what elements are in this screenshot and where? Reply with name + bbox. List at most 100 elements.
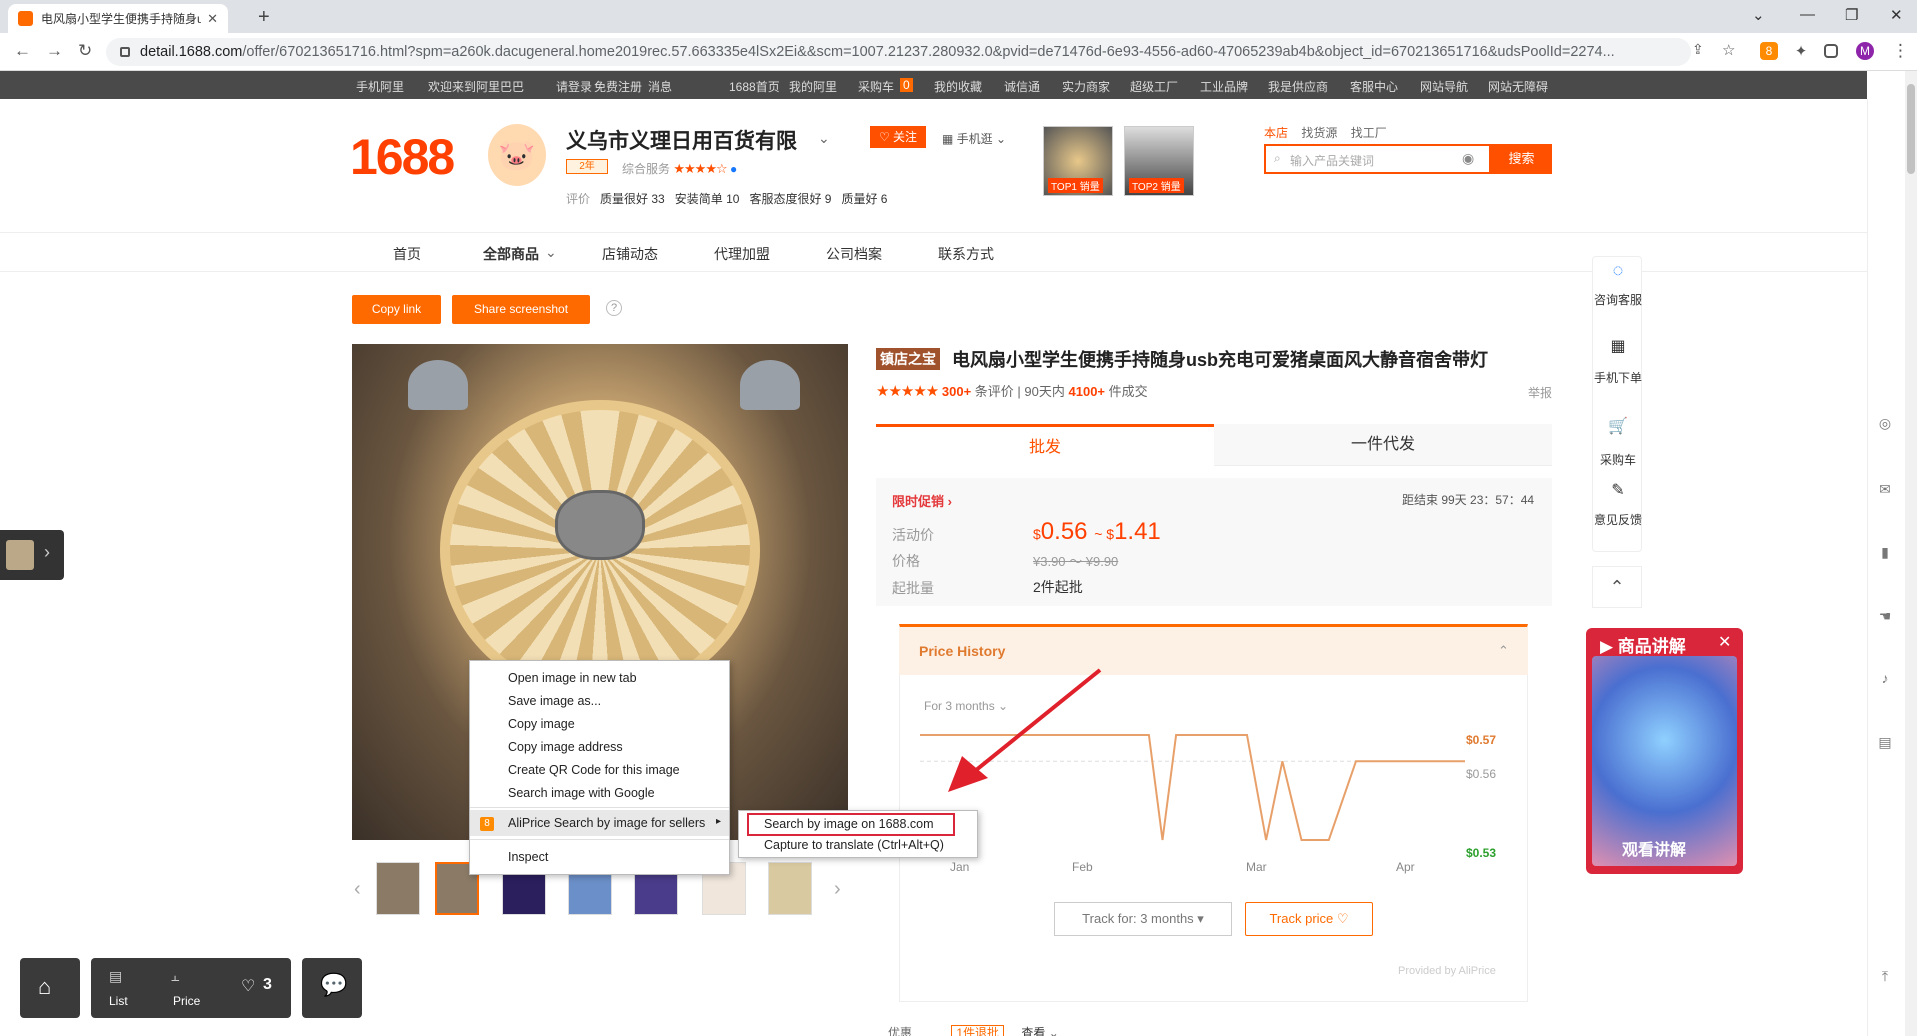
menu-icon[interactable]: ⋮ (1892, 41, 1909, 61)
bell-icon[interactable]: ♪ (1877, 670, 1893, 686)
new-tab-icon[interactable]: + (258, 6, 270, 29)
close-icon[interactable]: ✕ (1718, 632, 1731, 652)
camera-icon[interactable]: ◉ (1462, 150, 1474, 167)
star-icon[interactable]: ☆ (1722, 41, 1735, 59)
scroll-top-button[interactable]: ⌃ (1592, 566, 1642, 608)
topnav-accessibility[interactable]: 网站无障碍 (1488, 78, 1548, 95)
heart-icon[interactable]: ♡ (241, 976, 255, 996)
review-count[interactable]: 300+ (942, 384, 971, 399)
topnav-my-ali[interactable]: 我的阿里 (789, 78, 837, 95)
chevron-up-icon[interactable]: ⌃ (1498, 643, 1509, 659)
home-button[interactable]: ⌂ (20, 958, 80, 1018)
topnav-strong-merchants[interactable]: 实力商家 (1062, 78, 1110, 95)
search-button[interactable]: 搜索 (1491, 144, 1552, 174)
puzzle-icon[interactable]: ✦ (1792, 42, 1810, 60)
side-item-feedback[interactable]: 意见反馈 (1593, 513, 1643, 545)
shopnav-all-products[interactable]: 全部商品 (483, 244, 539, 264)
topnav-login[interactable]: 请登录 (556, 78, 592, 95)
chevron-down-icon[interactable]: ⌄ (818, 130, 830, 147)
topnav-industrial-brands[interactable]: 工业品牌 (1200, 78, 1248, 95)
page-scrollbar[interactable] (1905, 71, 1917, 1036)
search-tab-this-shop[interactable]: 本店 (1264, 126, 1288, 140)
submenu-capture-translate[interactable]: Capture to translate (Ctrl+Alt+Q) (764, 838, 944, 852)
topnav-service-center[interactable]: 客服中心 (1350, 78, 1398, 95)
video-thumbnail[interactable] (1592, 656, 1737, 866)
scrollbar-thumb[interactable] (1907, 84, 1915, 174)
url-bar[interactable]: detail.1688.com /offer/670213651716.html… (106, 38, 1691, 66)
tab-dropship[interactable]: 一件代发 (1214, 424, 1552, 466)
track-for-select[interactable]: Track for: 3 months ▾ (1054, 902, 1232, 936)
side-item-mobile-order[interactable]: 手机下单 (1593, 371, 1643, 403)
menu-create-qr[interactable]: Create QR Code for this image (508, 763, 680, 777)
promo-link[interactable]: 限时促销 › (892, 491, 952, 510)
topnav-register[interactable]: 免费注册 (594, 78, 642, 95)
menu-copy-image-address[interactable]: Copy image address (508, 740, 623, 754)
shopnav-news[interactable]: 店铺动态 (602, 244, 658, 264)
side-item-service[interactable]: 咨询客服 (1593, 293, 1643, 325)
aliprice-extension-icon[interactable]: 8 (1760, 42, 1778, 60)
shop-name[interactable]: 义乌市义理日用百货有限 (566, 125, 797, 155)
edit-icon[interactable]: ✎ (1593, 483, 1643, 499)
browser-tab[interactable]: 电风扇小型学生便携手持随身usb ✕ (8, 4, 228, 33)
menu-search-google[interactable]: Search image with Google (508, 786, 655, 800)
thumbnail[interactable] (768, 862, 812, 915)
watch-video-button[interactable]: 观看讲解 (1622, 836, 1686, 860)
follow-button[interactable]: ♡ 关注 (870, 126, 926, 148)
menu-aliprice-search[interactable]: AliPrice Search by image for sellers (508, 816, 705, 830)
topnav-messages[interactable]: 消息 (648, 78, 672, 95)
chat-button[interactable]: 💬 (302, 958, 362, 1018)
menu-open-image[interactable]: Open image in new tab (508, 671, 637, 685)
topnav-site-nav[interactable]: 网站导航 (1420, 78, 1468, 95)
topnav-super-factory[interactable]: 超级工厂 (1130, 78, 1178, 95)
chat-icon[interactable]: ◌ (1593, 261, 1643, 279)
shopnav-agency[interactable]: 代理加盟 (714, 244, 770, 264)
price-button[interactable]: Price (173, 994, 200, 1008)
reload-icon[interactable]: ↻ (78, 41, 92, 61)
offer-view-link[interactable]: 查看 (1021, 1026, 1045, 1036)
menu-inspect[interactable]: Inspect (508, 850, 548, 864)
list-button[interactable]: List (109, 994, 128, 1008)
qr-icon[interactable]: ▦ (1593, 339, 1643, 355)
back-to-top-icon[interactable]: ⤒ (1877, 968, 1893, 984)
search-tab-sources[interactable]: 找货源 (1301, 126, 1337, 140)
search-tab-factories[interactable]: 找工厂 (1351, 126, 1387, 140)
thumb-prev-icon[interactable]: ‹ (354, 878, 361, 901)
thumb-next-icon[interactable]: › (834, 878, 841, 901)
topnav-cart[interactable]: 采购车 (858, 78, 894, 95)
track-price-button[interactable]: Track price ♡ (1245, 902, 1373, 936)
top1-product-thumb[interactable]: TOP1 销量 (1043, 126, 1113, 196)
back-icon[interactable]: ← (14, 41, 31, 61)
topnav-favorites[interactable]: 我的收藏 (934, 78, 982, 95)
chevron-down-icon[interactable]: ⌄ (1752, 6, 1765, 24)
shopnav-company[interactable]: 公司档案 (826, 244, 882, 264)
report-link[interactable]: 举报 (1528, 384, 1552, 401)
thumbnail-video[interactable] (376, 862, 420, 915)
forward-icon[interactable]: → (46, 41, 63, 61)
shopnav-contact[interactable]: 联系方式 (938, 244, 994, 264)
window-close-icon[interactable]: ✕ (1890, 6, 1903, 24)
shopnav-home[interactable]: 首页 (393, 244, 421, 264)
profile-avatar[interactable]: M (1856, 42, 1874, 60)
bookmark-icon[interactable]: ▮ (1877, 544, 1893, 560)
copy-link-button[interactable]: Copy link (352, 295, 441, 324)
question-icon[interactable]: ? (606, 300, 622, 316)
share-icon[interactable]: ⇪ (1692, 41, 1704, 58)
mail-icon[interactable]: ✉ (1877, 481, 1893, 497)
share-screenshot-button[interactable]: Share screenshot (452, 295, 590, 324)
mobile-shop-link[interactable]: ▦ 手机逛 ⌄ (942, 130, 1006, 147)
menu-copy-image[interactable]: Copy image (508, 717, 575, 731)
topnav-chengxintong[interactable]: 诚信通 (1004, 78, 1040, 95)
close-icon[interactable]: ✕ (207, 11, 218, 27)
site-logo[interactable]: 1688 (350, 128, 455, 186)
menu-save-image[interactable]: Save image as... (508, 694, 601, 708)
restore-icon[interactable]: ❐ (1845, 6, 1858, 24)
top2-product-thumb[interactable]: TOP2 销量 (1124, 126, 1194, 196)
help-icon[interactable]: ◎ (1877, 415, 1893, 431)
side-item-cart[interactable]: 采购车 (1593, 453, 1643, 468)
hand-icon[interactable]: ☚ (1877, 608, 1893, 624)
document-icon[interactable]: ▤ (1877, 734, 1893, 750)
topnav-mobile[interactable]: 手机阿里 (356, 78, 404, 95)
topnav-home[interactable]: 1688首页 (729, 78, 780, 95)
sidepanel-icon[interactable] (1824, 44, 1838, 58)
topnav-supplier[interactable]: 我是供应商 (1268, 78, 1328, 95)
